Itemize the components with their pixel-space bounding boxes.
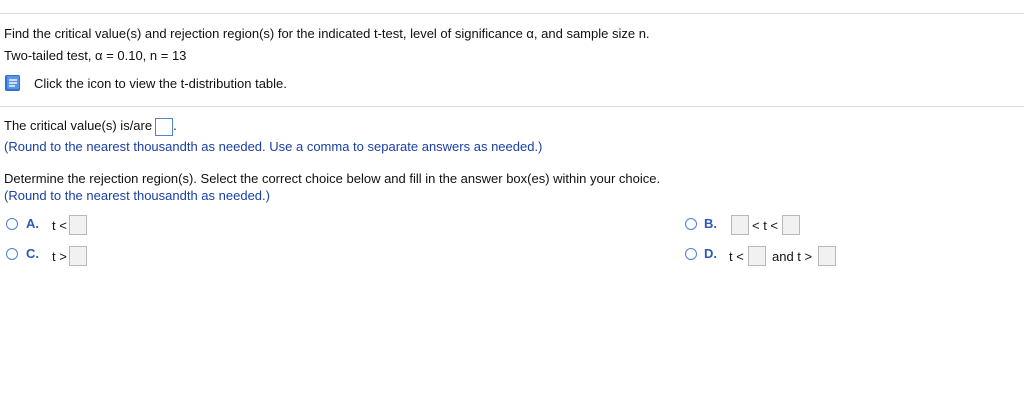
choice-d-input-lower[interactable] <box>748 246 766 266</box>
choice-a-input[interactable] <box>69 215 87 235</box>
choice-c-letter: C. <box>26 246 39 261</box>
choice-d-radio[interactable] <box>685 248 697 260</box>
choice-b-input-lower[interactable] <box>731 215 749 235</box>
choice-b-text: < t < <box>752 218 779 233</box>
choice-d-text-upper: and t > <box>772 249 813 264</box>
choice-a-text: t < <box>52 218 67 233</box>
choice-c-radio[interactable] <box>6 248 18 260</box>
critical-value-input[interactable] <box>155 117 174 136</box>
choice-d-input-upper[interactable] <box>818 246 836 266</box>
book-icon[interactable] <box>4 74 22 92</box>
choice-d-letter: D. <box>704 246 717 261</box>
choice-d-text-lower: t < <box>729 249 744 264</box>
critical-value-prompt: The critical value(s) is/are <box>4 118 153 133</box>
mid-divider <box>0 106 1024 107</box>
choice-a-letter: A. <box>26 216 39 231</box>
rejection-region-hint: (Round to the nearest thousandth as need… <box>4 188 270 203</box>
critical-value-hint: (Round to the nearest thousandth as need… <box>4 139 543 154</box>
table-link-text[interactable]: Click the icon to view the t-distributio… <box>34 76 287 92</box>
critical-value-row: The critical value(s) is/are. <box>4 117 177 136</box>
choice-b-input-upper[interactable] <box>782 215 800 235</box>
choice-a-radio[interactable] <box>6 218 18 230</box>
choice-c-input[interactable] <box>69 246 87 266</box>
question-text: Find the critical value(s) and rejection… <box>4 26 650 41</box>
choice-b-letter: B. <box>704 216 717 231</box>
question-parameters: Two-tailed test, α = 0.10, n = 13 <box>4 48 187 63</box>
rejection-region-prompt: Determine the rejection region(s). Selec… <box>4 171 661 186</box>
choice-c-text: t > <box>52 249 67 264</box>
top-divider <box>0 13 1024 14</box>
critical-value-period: . <box>173 118 177 133</box>
choice-b-radio[interactable] <box>685 218 697 230</box>
